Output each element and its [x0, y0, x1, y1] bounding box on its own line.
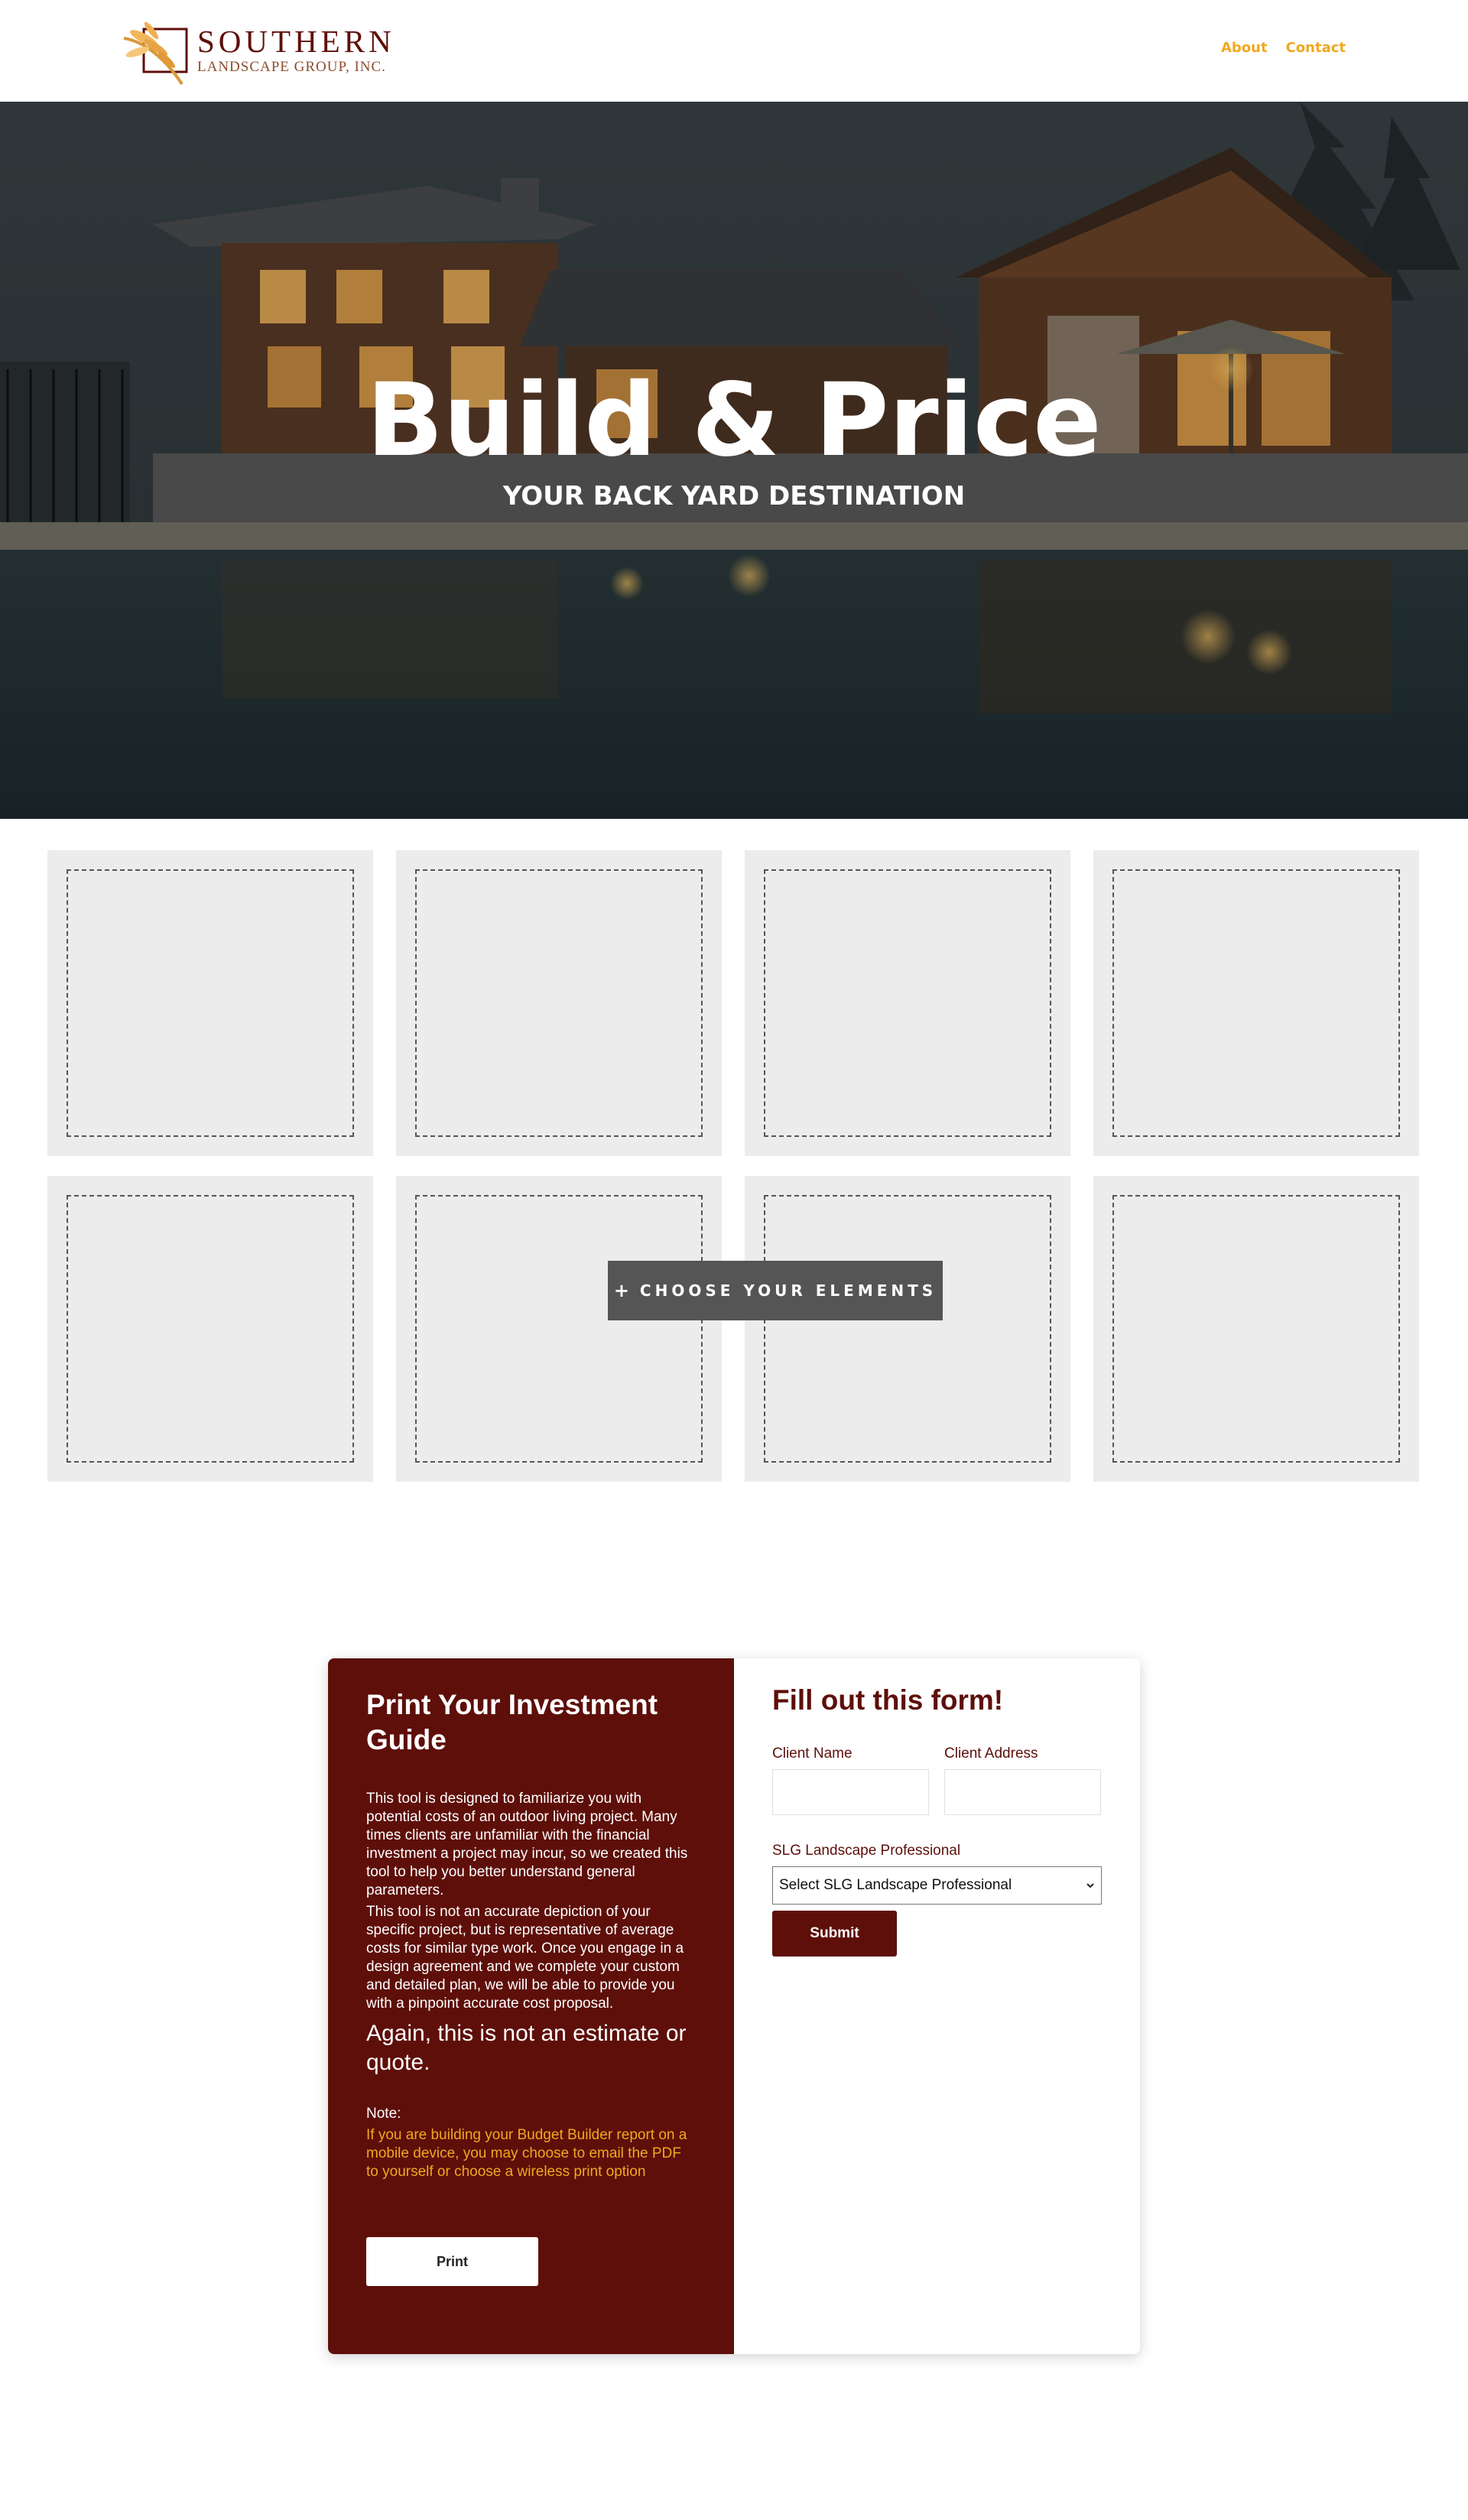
brand-name-top: SOUTHERN	[197, 24, 395, 59]
guide-title: Print Your Investment Guide	[366, 1689, 658, 1755]
element-slot-placeholder	[415, 869, 703, 1137]
site-header: SOUTHERN LANDSCAPE GROUP, INC. About Con…	[0, 0, 1468, 102]
choose-elements-button[interactable]: + CHOOSE YOUR ELEMENTS	[608, 1261, 943, 1320]
elements-grid: + CHOOSE YOUR ELEMENTS	[47, 850, 1422, 1482]
element-slot[interactable]	[47, 1176, 373, 1482]
client-form: Fill out this form! Client Name Client A…	[734, 1658, 1140, 2354]
client-name-group: Client Name	[772, 1745, 929, 1815]
element-slot-placeholder	[1112, 869, 1400, 1137]
brand-name-bottom: LANDSCAPE GROUP, INC.	[197, 59, 386, 75]
guide-paragraph: This tool is not an accurate depiction o…	[366, 1904, 684, 2012]
client-name-input[interactable]	[772, 1769, 929, 1815]
hero-subtitle: YOUR BACK YARD DESTINATION	[502, 481, 966, 511]
element-slot[interactable]	[396, 850, 722, 1156]
element-slot[interactable]	[745, 850, 1070, 1156]
element-slot[interactable]	[396, 1176, 722, 1482]
element-slot-placeholder	[67, 1195, 354, 1463]
nav-item-about[interactable]: About	[1221, 40, 1268, 56]
client-address-label: Client Address	[944, 1745, 1038, 1762]
note-label: Note:	[366, 2106, 401, 2122]
element-slot-placeholder	[67, 869, 354, 1137]
guide-disclaimer: Again, this is not an estimate or quote.	[366, 2021, 687, 2075]
professional-selected-value: Select SLG Landscape Professional	[779, 1877, 1012, 1893]
client-address-input[interactable]	[944, 1769, 1101, 1815]
professional-label: SLG Landscape Professional	[772, 1843, 961, 1859]
submit-button[interactable]: Submit	[772, 1911, 897, 1957]
element-slot[interactable]	[1093, 850, 1419, 1156]
choose-elements-label: CHOOSE YOUR ELEMENTS	[639, 1281, 937, 1300]
element-slot[interactable]	[47, 850, 373, 1156]
chevron-down-icon	[1086, 1883, 1094, 1888]
print-button[interactable]: Print	[366, 2237, 538, 2286]
element-slot-placeholder	[764, 1195, 1051, 1463]
professional-select[interactable]: Select SLG Landscape Professional	[772, 1866, 1102, 1905]
element-slot-placeholder	[764, 869, 1051, 1137]
element-slot-placeholder	[1112, 1195, 1400, 1463]
investment-guide-card: Print Your Investment Guide This tool is…	[328, 1658, 1140, 2354]
plus-icon: +	[613, 1280, 629, 1301]
main-nav: About Contact	[1221, 40, 1346, 56]
guide-panel: Print Your Investment Guide This tool is…	[328, 1658, 734, 2354]
hero-title: Build & Price	[366, 362, 1102, 479]
wheat-logo-icon	[123, 21, 188, 86]
element-slot[interactable]	[1093, 1176, 1419, 1482]
note-text: If you are building your Budget Builder …	[366, 2127, 687, 2180]
hero-banner: Build & Price YOUR BACK YARD DESTINATION	[0, 102, 1468, 819]
nav-item-contact[interactable]: Contact	[1286, 40, 1346, 56]
form-title: Fill out this form!	[772, 1684, 1004, 1716]
client-name-label: Client Name	[772, 1745, 853, 1762]
element-slot-placeholder	[415, 1195, 703, 1463]
guide-paragraph: This tool is designed to familiarize you…	[366, 1791, 688, 1898]
brand-logo[interactable]: SOUTHERN LANDSCAPE GROUP, INC.	[121, 15, 391, 86]
element-slot[interactable]	[745, 1176, 1070, 1482]
client-fields-row: Client Name Client Address	[772, 1745, 1102, 1815]
client-address-group: Client Address	[944, 1745, 1101, 1815]
